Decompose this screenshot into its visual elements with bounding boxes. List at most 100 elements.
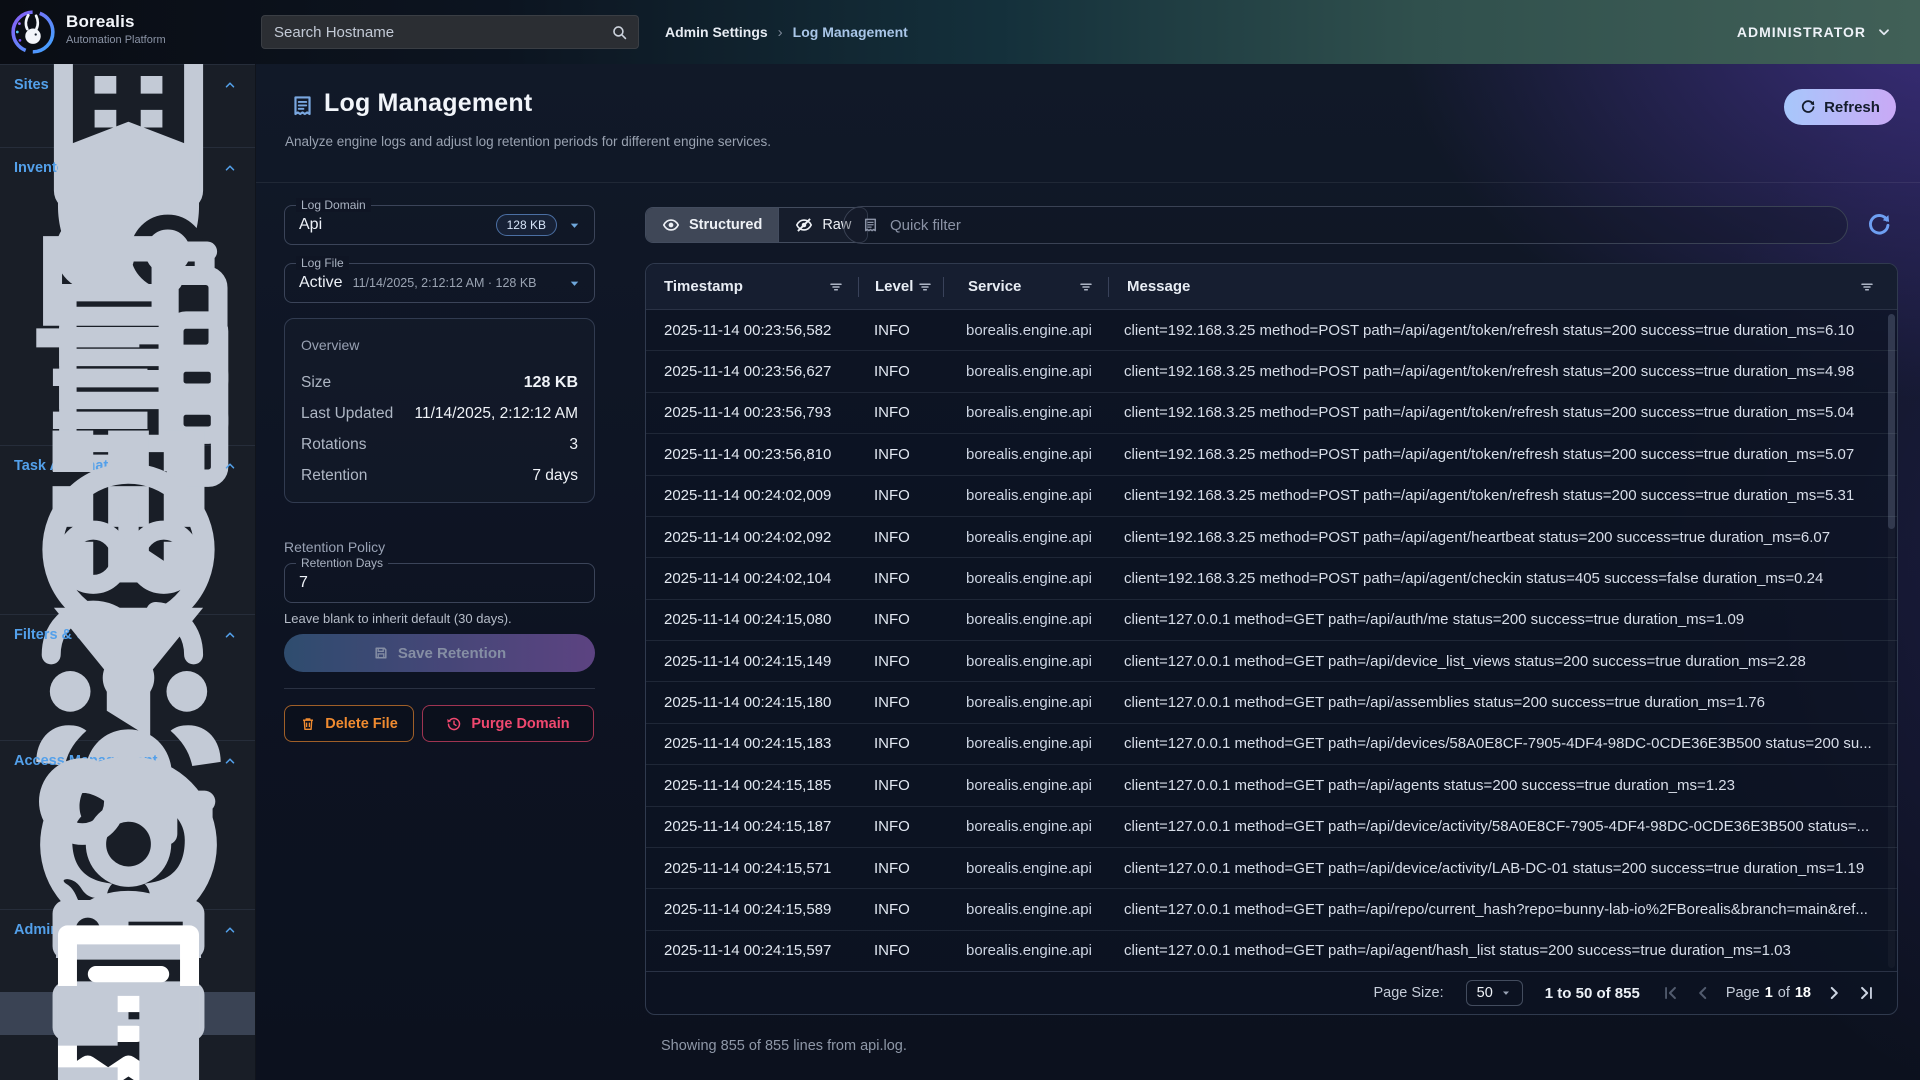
filter-icon[interactable]	[1078, 279, 1094, 295]
row-timestamp: 2025-11-14 00:24:15,149	[646, 653, 858, 670]
row-level: INFO	[858, 942, 942, 959]
refresh-label: Refresh	[1824, 99, 1880, 116]
table-refresh-icon[interactable]	[1866, 212, 1892, 238]
log-icon	[862, 217, 879, 234]
of-word: of	[1778, 985, 1790, 1001]
log-file-value: Active	[299, 274, 343, 292]
table-row-2025-11-14-00-24-02-092[interactable]: 2025-11-14 00:24:02,092 INFO borealis.en…	[646, 516, 1897, 557]
scrollbar-thumb[interactable]	[1888, 314, 1895, 529]
table-row-2025-11-14-00-23-56-582[interactable]: 2025-11-14 00:23:56,582 INFO borealis.en…	[646, 310, 1897, 350]
col-service: Service	[968, 278, 1021, 295]
row-level: INFO	[858, 487, 942, 504]
refresh-button[interactable]: Refresh	[1784, 89, 1896, 125]
row-service: borealis.engine.api	[942, 404, 1106, 421]
row-message: client=127.0.0.1 method=GET path=/api/de…	[1106, 653, 1897, 670]
structured-label: Structured	[689, 217, 762, 233]
overview-row-value: 3	[569, 436, 578, 454]
row-message: client=127.0.0.1 method=GET path=/api/au…	[1106, 611, 1897, 628]
breadcrumb-current[interactable]: Log Management	[793, 24, 908, 40]
filter-icon[interactable]	[828, 279, 844, 295]
sidebar-row-page-template[interactable]	[0, 1035, 255, 1078]
page-size-select[interactable]: 50	[1466, 980, 1523, 1006]
filter-icon[interactable]	[1859, 279, 1875, 295]
row-timestamp: 2025-11-14 00:24:02,009	[646, 487, 858, 504]
row-level: INFO	[858, 818, 942, 835]
breadcrumb-parent[interactable]: Admin Settings	[665, 24, 768, 40]
table-row-2025-11-14-00-24-02-009[interactable]: 2025-11-14 00:24:02,009 INFO borealis.en…	[646, 475, 1897, 516]
log-file-meta: 11/14/2025, 2:12:12 AM · 128 KB	[353, 276, 537, 290]
hostname-search[interactable]	[261, 15, 639, 49]
row-timestamp: 2025-11-14 00:24:15,185	[646, 777, 858, 794]
overview-row-rotations: Rotations 3	[301, 429, 578, 460]
table-row-2025-11-14-00-24-02-104[interactable]: 2025-11-14 00:24:02,104 INFO borealis.en…	[646, 557, 1897, 598]
history-icon	[446, 716, 462, 732]
quick-filter[interactable]	[843, 206, 1848, 244]
table-scrollbar[interactable]	[1888, 314, 1895, 968]
row-timestamp: 2025-11-14 00:24:15,589	[646, 901, 858, 918]
overview-row-value: 7 days	[532, 467, 578, 485]
page-current: 1	[1765, 985, 1773, 1001]
row-timestamp: 2025-11-14 00:24:15,571	[646, 860, 858, 877]
row-timestamp: 2025-11-14 00:24:15,080	[646, 611, 858, 628]
delete-file-button[interactable]: Delete File	[284, 705, 414, 742]
save-retention-button[interactable]: Save Retention	[284, 634, 595, 672]
page-size-label: Page Size:	[1373, 985, 1443, 1001]
save-icon	[373, 645, 389, 661]
table-row-2025-11-14-00-23-56-793[interactable]: 2025-11-14 00:23:56,793 INFO borealis.en…	[646, 392, 1897, 433]
overview-row-size: Size 128 KB	[301, 367, 578, 398]
overview-card: Overview Size 128 KB Last Updated 11/14/…	[284, 318, 595, 503]
save-retention-label: Save Retention	[398, 645, 506, 662]
chevron-down-icon	[1876, 24, 1892, 40]
refresh-icon	[1800, 99, 1816, 115]
table-header: Timestamp Level Service Message	[646, 264, 1897, 310]
row-message: client=127.0.0.1 method=GET path=/api/ag…	[1106, 777, 1897, 794]
search-input[interactable]	[274, 24, 611, 41]
page-size-value: 50	[1477, 985, 1493, 1001]
table-row-2025-11-14-00-24-15-180[interactable]: 2025-11-14 00:24:15,180 INFO borealis.en…	[646, 681, 1897, 722]
borealis-logo	[10, 9, 56, 55]
table-row-2025-11-14-00-24-15-571[interactable]: 2025-11-14 00:24:15,571 INFO borealis.en…	[646, 847, 1897, 888]
table-row-2025-11-14-00-23-56-627[interactable]: 2025-11-14 00:23:56,627 INFO borealis.en…	[646, 350, 1897, 391]
breadcrumb: Admin Settings › Log Management	[665, 0, 908, 64]
row-level: INFO	[858, 363, 942, 380]
overview-title: Overview	[301, 337, 578, 353]
user-menu[interactable]: ADMINISTRATOR	[1737, 0, 1892, 64]
log-controls-panel: Log Domain Api 128 KB Log File Active 11…	[284, 205, 595, 742]
row-service: borealis.engine.api	[942, 322, 1106, 339]
purge-domain-button[interactable]: Purge Domain	[422, 705, 594, 742]
log-page-icon	[290, 94, 315, 119]
panel-divider	[284, 688, 595, 689]
retention-days-field[interactable]: Retention Days	[284, 563, 595, 603]
table-row-2025-11-14-00-24-15-080[interactable]: 2025-11-14 00:24:15,080 INFO borealis.en…	[646, 599, 1897, 640]
col-message: Message	[1127, 278, 1190, 295]
row-level: INFO	[858, 446, 942, 463]
row-timestamp: 2025-11-14 00:24:02,104	[646, 570, 858, 587]
last-page-icon[interactable]	[1857, 984, 1875, 1002]
prev-page-icon[interactable]	[1694, 984, 1712, 1002]
retention-days-input[interactable]	[299, 574, 582, 592]
overview-row-value: 11/14/2025, 2:12:12 AM	[415, 405, 578, 423]
filter-icon[interactable]	[917, 279, 933, 295]
table-row-2025-11-14-00-24-15-589[interactable]: 2025-11-14 00:24:15,589 INFO borealis.en…	[646, 888, 1897, 929]
row-message: client=192.168.3.25 method=POST path=/ap…	[1106, 322, 1897, 339]
quick-filter-input[interactable]	[890, 217, 1831, 234]
table-row-2025-11-14-00-24-15-185[interactable]: 2025-11-14 00:24:15,185 INFO borealis.en…	[646, 764, 1897, 805]
table-row-2025-11-14-00-23-56-810[interactable]: 2025-11-14 00:23:56,810 INFO borealis.en…	[646, 433, 1897, 474]
row-service: borealis.engine.api	[942, 653, 1106, 670]
row-message: client=127.0.0.1 method=GET path=/api/de…	[1106, 818, 1897, 835]
table-row-2025-11-14-00-24-15-149[interactable]: 2025-11-14 00:24:15,149 INFO borealis.en…	[646, 640, 1897, 681]
row-range: 1 to 50 of 855	[1545, 985, 1640, 1002]
log-domain-select[interactable]: Log Domain Api 128 KB	[284, 205, 595, 245]
log-file-select[interactable]: Log File Active 11/14/2025, 2:12:12 AM ·…	[284, 263, 595, 303]
overview-row-label: Size	[301, 374, 331, 392]
table-row-2025-11-14-00-24-15-183[interactable]: 2025-11-14 00:24:15,183 INFO borealis.en…	[646, 723, 1897, 764]
log-domain-value: Api	[299, 216, 322, 234]
structured-toggle[interactable]: Structured	[646, 208, 778, 242]
top-bar: Borealis Automation Platform Admin Setti…	[0, 0, 1920, 64]
next-page-icon[interactable]	[1825, 984, 1843, 1002]
first-page-icon[interactable]	[1662, 984, 1680, 1002]
table-row-2025-11-14-00-24-15-597[interactable]: 2025-11-14 00:24:15,597 INFO borealis.en…	[646, 930, 1897, 971]
row-level: INFO	[858, 529, 942, 546]
table-row-2025-11-14-00-24-15-187[interactable]: 2025-11-14 00:24:15,187 INFO borealis.en…	[646, 806, 1897, 847]
log-domain-label: Log Domain	[296, 198, 371, 212]
